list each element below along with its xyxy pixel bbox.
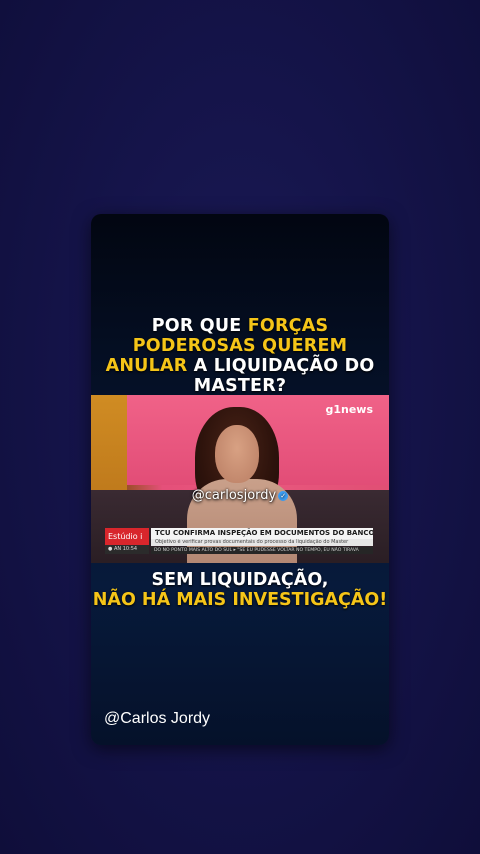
presenter-face [215,425,259,483]
headline-part-3: A LIQUIDAÇÃO DO MASTER? [187,356,375,396]
post-headline: POR QUE FORÇAS PODEROSAS QUEREM ANULAR A… [91,316,389,396]
subheadline-line-2: NÃO HÁ MAIS INVESTIGAÇÃO! [92,590,388,610]
program-brand: Estúdio i [105,528,149,545]
author-handle: @Carlos Jordy [104,710,211,727]
news-subheadline: Objetivo é verificar provas documentais … [151,539,373,546]
post-subheadline: SEM LIQUIDAÇÃO, NÃO HÁ MAIS INVESTIGAÇÃO… [91,570,389,610]
headline-part-1: POR QUE [151,316,248,336]
verified-icon: ✓ [278,490,289,501]
video-frame[interactable]: g1news @carlosjordy ✓ Estúdio i ● AN 10:5… [91,395,389,563]
channel-logo: g1news [325,403,373,416]
lower-third: Estúdio i ● AN 10:54 TCU CONFIRMA INSPEÇ… [105,526,373,554]
post-card[interactable]: POR QUE FORÇAS PODEROSAS QUEREM ANULAR A… [91,214,389,745]
news-ticker: DO NO PONTO MAIS ALTO DO SUL ▸ "SE EU PU… [151,547,373,554]
subheadline-line-1: SEM LIQUIDAÇÃO, [151,570,329,590]
watermark-text: @carlosjordy [191,488,277,503]
video-watermark: @carlosjordy ✓ [91,488,389,503]
news-headline: TCU CONFIRMA INSPEÇÃO EM DOCUMENTOS DO B… [151,528,373,539]
program-time: ● AN 10:54 [105,545,149,554]
